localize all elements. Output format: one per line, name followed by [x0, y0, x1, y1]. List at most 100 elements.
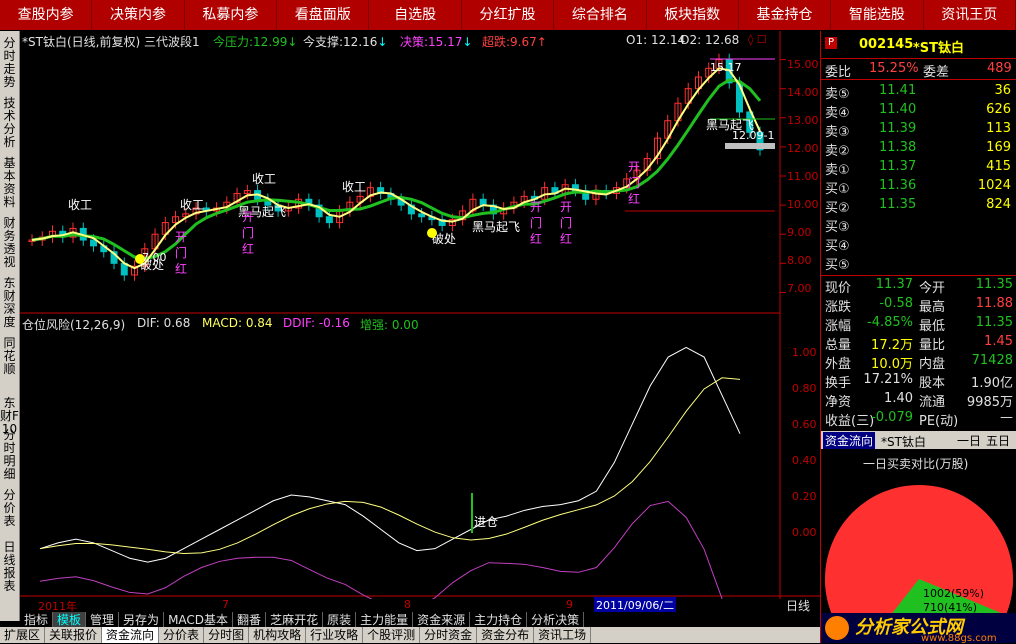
divider [821, 79, 1016, 80]
top-menu-item[interactable]: 智能选股 [831, 0, 924, 30]
extension-tab[interactable]: 资金分布 [477, 627, 535, 643]
stat-l2: 量比 [919, 338, 946, 353]
left-nav-item[interactable]: 分时明细 [0, 429, 19, 481]
five-day-tab[interactable]: 五日 [986, 432, 1010, 449]
extension-tab[interactable]: 资讯工场 [534, 627, 592, 643]
price-tick: 9.00 [787, 226, 812, 239]
extension-tab[interactable]: 分价表 [159, 627, 205, 643]
indicator-tick: 0.00 [792, 526, 817, 539]
extension-tab[interactable]: 分时资金 [420, 627, 478, 643]
extension-tab[interactable]: 关联报价 [45, 627, 103, 643]
kaimenhong-char: 开 [175, 230, 187, 244]
top-menu-item[interactable]: 资讯王页 [924, 0, 1016, 30]
order-price: 11.37 [879, 159, 917, 174]
indicator-tick: 0.20 [792, 490, 817, 503]
stock-icon: P [825, 37, 837, 49]
stock-name: *ST钛白 [913, 41, 965, 56]
stat-v1: -0.079 [871, 410, 913, 425]
top-menu-item[interactable]: 决策内参 [92, 0, 185, 30]
left-nav-item[interactable]: 财务透视 [0, 217, 19, 269]
fund-flow-tab[interactable]: 资金流向 [823, 432, 876, 449]
order-label: 买② [825, 201, 850, 216]
kaimenhong-char: 红 [530, 231, 542, 246]
chart-header: *ST钛白(日线,前复权) 三代波段1 [22, 35, 200, 49]
low-label: 7.00 [142, 251, 167, 264]
left-nav-item[interactable]: 东财深度 [0, 277, 19, 329]
one-day-tab[interactable]: 一日 [957, 432, 981, 449]
kaimenhong-char: 开 [628, 160, 640, 174]
support-band [725, 143, 775, 149]
order-vol: 824 [986, 197, 1011, 212]
stat-l2: PE(动) [919, 414, 959, 429]
stat-v2: — [1000, 410, 1013, 425]
price-chart-svg[interactable]: 收工 收工收工收工黑马起飞黑马起飞黑马起飞破处破处开门红开门红开门红开门红开门红1… [20, 31, 820, 636]
stat-v2: 11.35 [975, 277, 1013, 292]
window-ctrl-icons[interactable]: ◊ ☐ [748, 33, 767, 46]
stat-l1: 涨跌 [825, 300, 852, 315]
annotation-label: 收工 [180, 198, 204, 212]
price-tick: 14.00 [787, 86, 819, 99]
order-price: 11.36 [879, 178, 917, 193]
extension-tab[interactable]: 行业攻略 [306, 627, 364, 643]
candle-body [418, 213, 426, 218]
stat-v1: -0.58 [879, 296, 913, 311]
divider [821, 58, 1016, 59]
fund-flow-bar: 资金流向 *ST钛白 一日 五日 [821, 431, 1016, 449]
chart-area[interactable]: 收工 收工 收工 收工 黑马起飞 黑马起飞 黑马起飞 破处 破处开门红开门红开门红开门红开门红 1… [20, 31, 820, 636]
indicator-tick: 1.00 [792, 346, 817, 359]
overbought-label: 超跌:9.67↑ [482, 35, 547, 49]
top-menu-item[interactable]: 看盘面版 [277, 0, 370, 30]
kaimenhong-char: 门 [628, 175, 640, 190]
indicator-tick: 0.60 [792, 418, 817, 431]
left-nav-item[interactable]: 分价表 [0, 489, 19, 528]
left-nav-item[interactable]: 分时走势 [0, 37, 19, 89]
annotation-label: 收工 [342, 180, 366, 194]
quote-panel: P 002145 *ST钛白 委比 15.25% 委差 489 卖⑤ 11.41 3… [820, 31, 1016, 644]
top-menu-item[interactable]: 综合排名 [554, 0, 647, 30]
stat-l1: 涨幅 [825, 319, 852, 334]
pressure-label: 今压力:12.99↓ [213, 35, 298, 49]
extension-tab[interactable]: 资金流向 [102, 627, 160, 643]
kaimenhong-char: 门 [242, 225, 254, 240]
price-tick: 10.00 [787, 198, 819, 211]
ddif-label: DDIF: -0.16 [283, 316, 350, 330]
kaimenhong-char: 红 [560, 231, 572, 246]
annotation-label: 黑马起飞 [472, 220, 520, 234]
macd-line [39, 377, 741, 554]
order-price: 11.35 [879, 197, 917, 212]
order-price: 11.39 [879, 121, 917, 136]
order-label: 卖③ [825, 125, 850, 140]
dif-line [39, 346, 741, 563]
stat-l1: 收益(三) [825, 414, 875, 429]
ma-line-yellow [31, 67, 761, 270]
left-nav-item[interactable]: 日线报表 [0, 541, 19, 593]
top-menu-item[interactable]: 私募内参 [185, 0, 278, 30]
stat-v1: 17.2万 [871, 338, 913, 353]
order-vol: 415 [986, 159, 1011, 174]
breakdown-marker [427, 228, 437, 238]
stat-l1: 现价 [825, 281, 852, 296]
price-tick: 13.00 [787, 114, 819, 127]
top-menu-item[interactable]: 基金持仓 [739, 0, 832, 30]
extension-tab[interactable]: 分时图 [204, 627, 250, 643]
top-menu-item[interactable]: 自选股 [369, 0, 462, 30]
left-nav-item[interactable]: 技术分析 [0, 97, 19, 149]
top-menu-item[interactable]: 查股内参 [0, 0, 93, 30]
top-menu-item[interactable]: 板块指数 [647, 0, 739, 30]
logo-icon [825, 616, 849, 640]
price-tick: 11.00 [787, 170, 819, 183]
left-nav-item[interactable]: 同花顺 [0, 337, 19, 376]
weicha-label: 委差 [923, 65, 950, 80]
indicator-tick: 0.80 [792, 382, 817, 395]
support-label: 今支撑:12.16↓ [303, 35, 388, 49]
left-nav-item[interactable]: 基本资料 [0, 157, 19, 209]
extension-tab[interactable]: 扩展区 [0, 627, 46, 643]
stat-l1: 净资 [825, 395, 852, 410]
stat-l1: 外盘 [825, 357, 852, 372]
stat-v2: 1.90亿 [971, 376, 1013, 391]
dif-label: DIF: 0.68 [137, 316, 191, 330]
extension-tab[interactable]: 个股评测 [363, 627, 421, 643]
extension-tab[interactable]: 机构攻略 [249, 627, 307, 643]
stat-v2: 11.88 [975, 296, 1013, 311]
top-menu-item[interactable]: 分红扩股 [462, 0, 555, 30]
